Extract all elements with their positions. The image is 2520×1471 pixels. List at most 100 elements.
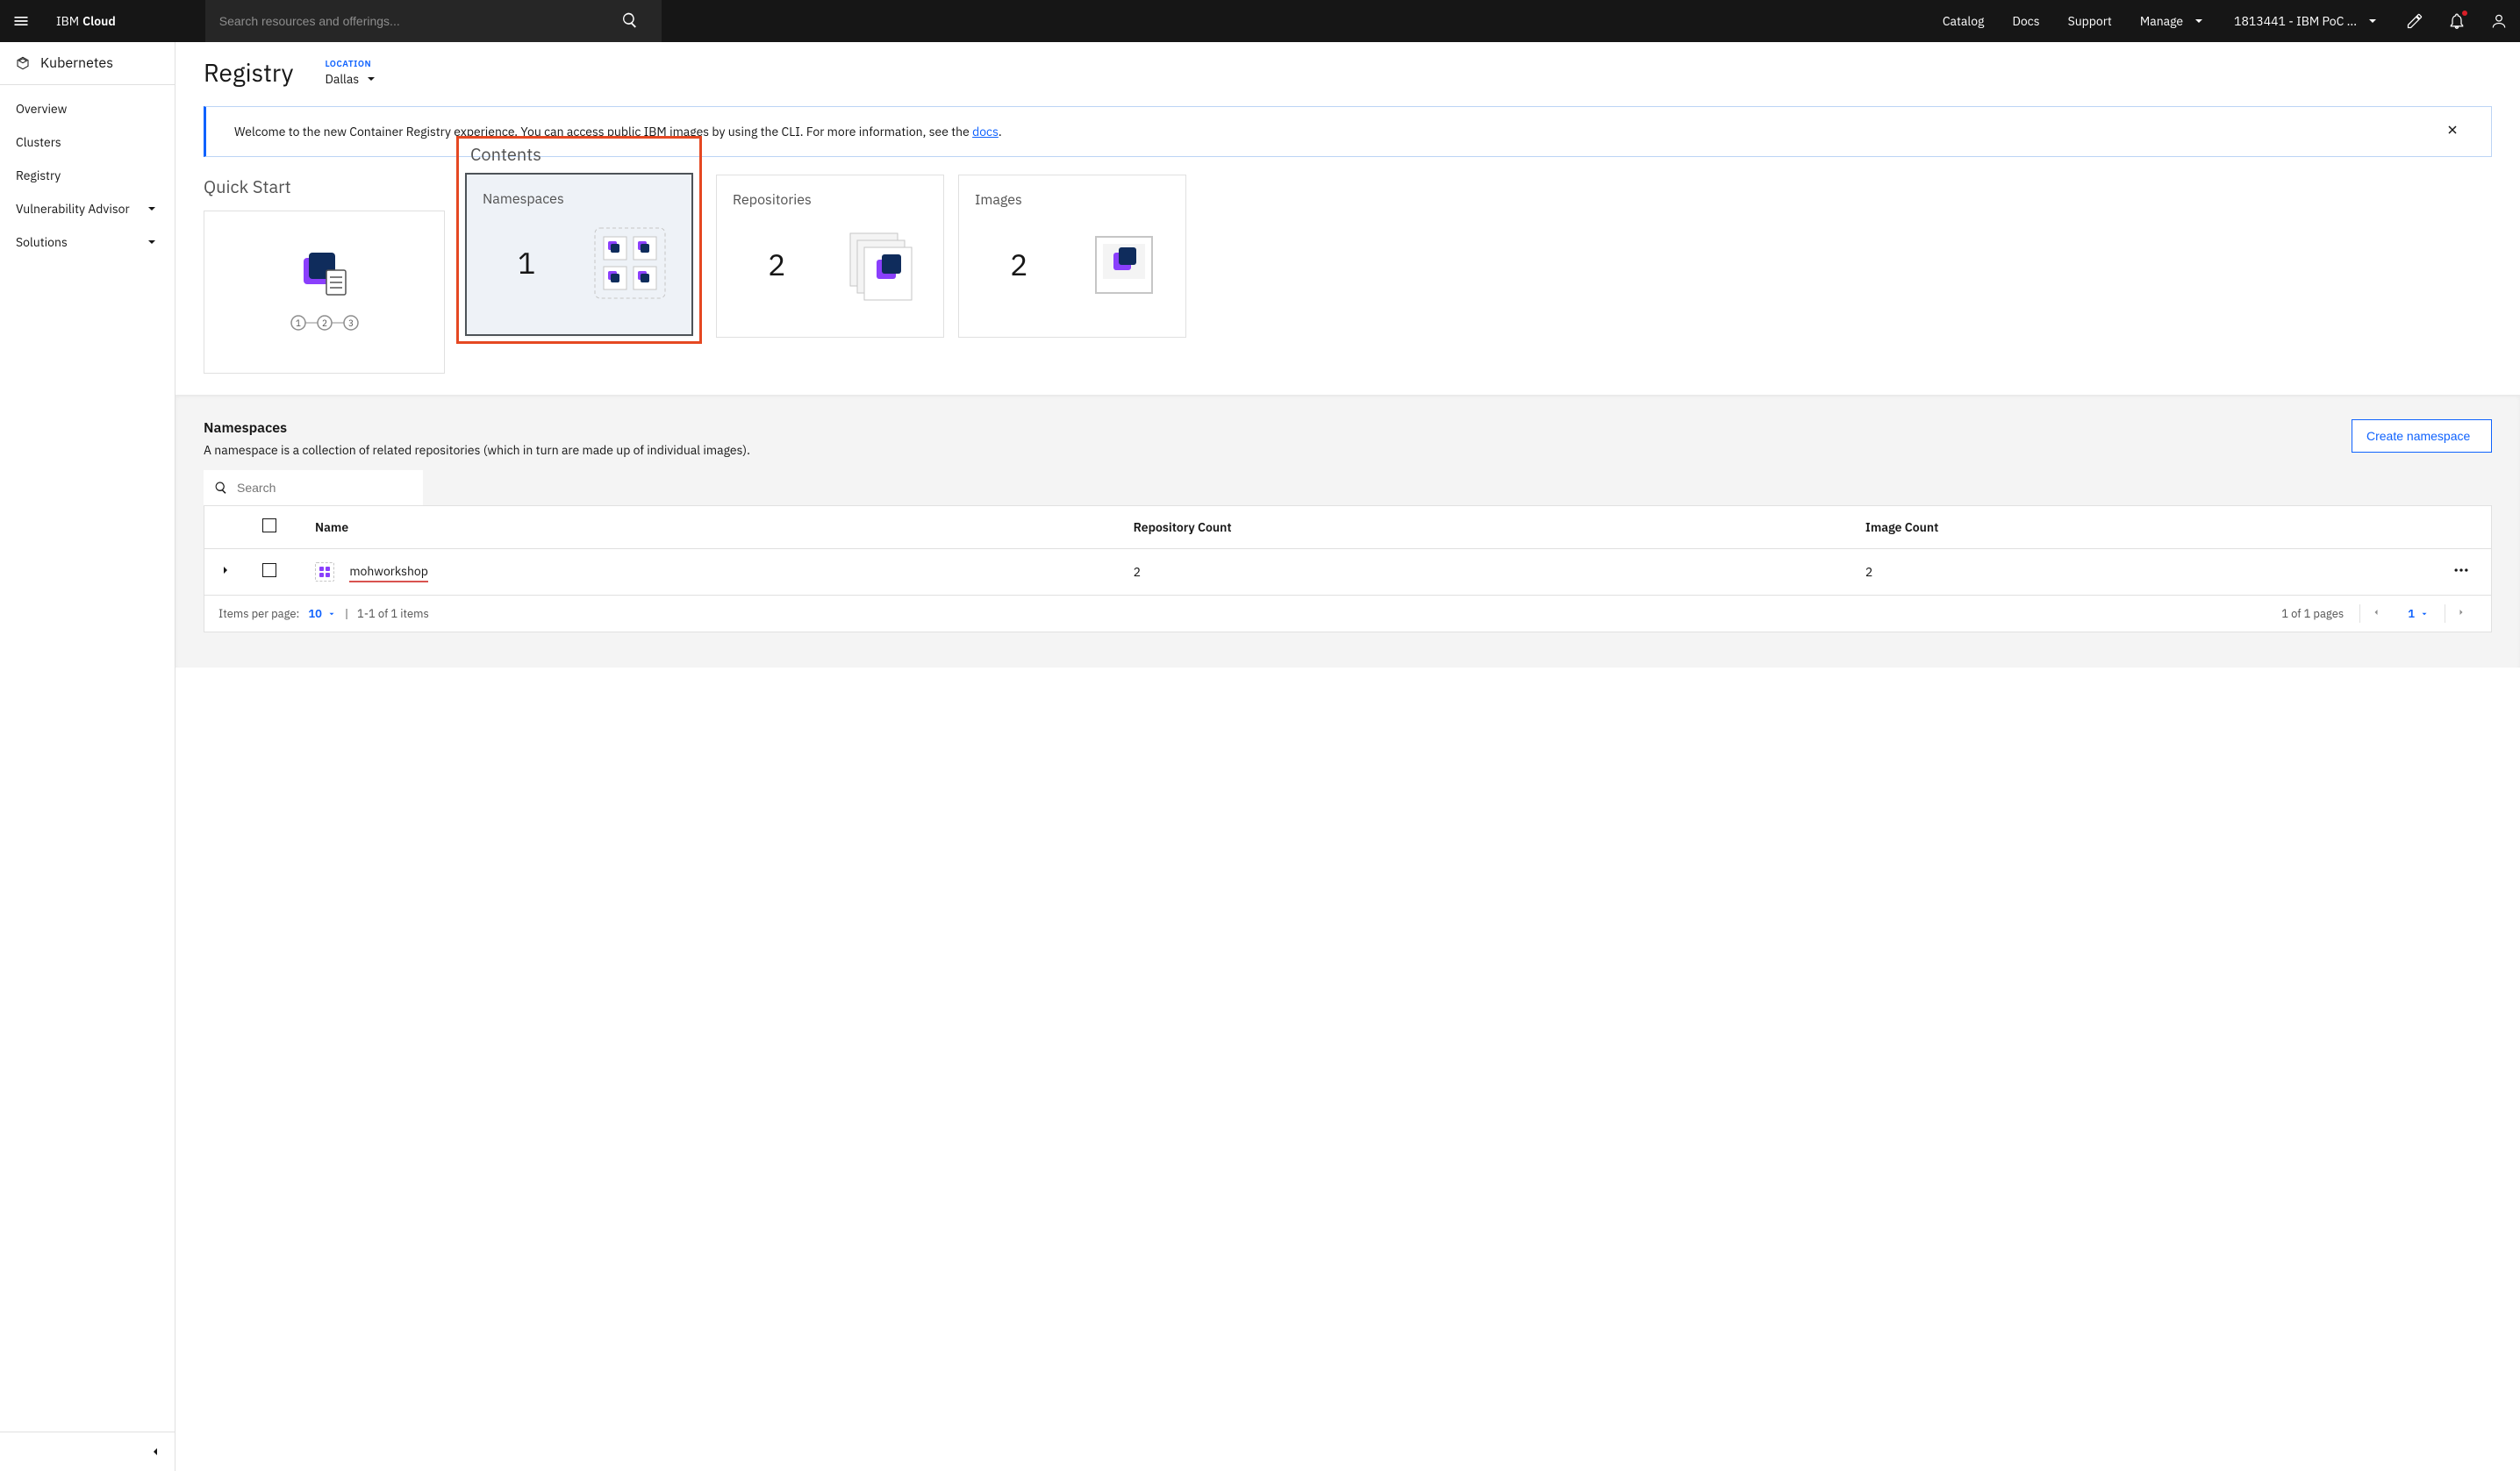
card-title: Repositories <box>733 191 927 209</box>
sidebar-item-vulnerability-advisor[interactable]: Vulnerability Advisor <box>0 192 175 225</box>
user-avatar-icon[interactable] <box>2478 0 2520 42</box>
col-image-count[interactable]: Image Count <box>1851 506 2438 549</box>
items-per-page-label: Items per page: <box>218 606 299 621</box>
quickstart-heading: Quick Start <box>204 175 449 198</box>
col-name[interactable]: Name <box>301 506 1120 549</box>
account-selector[interactable]: 1813441 - IBM PoC ... <box>2220 13 2394 29</box>
brand-prefix: IBM <box>56 13 79 29</box>
svg-text:3: 3 <box>348 318 354 329</box>
quickstart-icon <box>298 253 351 305</box>
table-row: mohworkshop 2 2 <box>204 549 2491 596</box>
namespaces-description: A namespace is a collection of related r… <box>204 442 750 458</box>
namespace-search[interactable] <box>204 470 423 505</box>
location-value: Dallas <box>325 71 359 87</box>
create-namespace-button[interactable]: Create namespace <box>2352 419 2492 453</box>
images-icon <box>1087 228 1161 302</box>
sidebar-title-text: Kubernetes <box>40 54 113 72</box>
svg-text:2: 2 <box>322 318 327 329</box>
search-input[interactable] <box>219 14 612 28</box>
chevron-down-icon <box>364 72 378 86</box>
svg-text:1: 1 <box>296 318 301 329</box>
namespace-search-input[interactable] <box>237 481 412 495</box>
search-button[interactable] <box>612 11 648 32</box>
namespaces-card[interactable]: Namespaces 1 <box>465 173 693 336</box>
page-select[interactable]: 1 <box>2408 606 2429 621</box>
card-title: Namespaces <box>483 190 676 208</box>
table-footer: Items per page: 10 | 1-1 of 1 items 1 of… <box>204 596 2491 632</box>
search-icon <box>214 481 228 495</box>
next-page-button[interactable] <box>2445 604 2477 623</box>
notification-dot <box>2462 11 2467 16</box>
nav-manage[interactable]: Manage <box>2126 0 2220 42</box>
row-overflow-menu[interactable] <box>2438 549 2491 596</box>
repositories-icon <box>845 228 919 302</box>
col-repo-count[interactable]: Repository Count <box>1120 506 1851 549</box>
menu-toggle[interactable] <box>0 0 42 42</box>
close-icon <box>2445 123 2459 137</box>
chevron-down-icon <box>327 610 336 618</box>
select-all-checkbox[interactable] <box>262 518 276 532</box>
quickstart-card[interactable]: 1 2 3 <box>204 211 445 374</box>
sidebar-nav: Overview Clusters Registry Vulnerability… <box>0 85 175 266</box>
chevron-left-icon <box>2371 607 2381 618</box>
edit-icon[interactable] <box>2394 0 2436 42</box>
chevron-right-icon <box>2456 607 2466 618</box>
sidebar-title[interactable]: Kubernetes <box>0 42 175 85</box>
nav-catalog[interactable]: Catalog <box>1929 0 1999 42</box>
repositories-count: 2 <box>768 246 785 284</box>
nav-manage-label: Manage <box>2140 13 2183 29</box>
account-label: 1813441 - IBM PoC ... <box>2234 13 2357 29</box>
main-content: Registry LOCATION Dallas Welcome to the … <box>175 42 2520 1471</box>
contents-section: Contents Namespaces 1 <box>456 175 2492 344</box>
sidebar-item-solutions[interactable]: Solutions <box>0 225 175 259</box>
banner-close-button[interactable] <box>2442 119 2463 144</box>
items-per-page-select[interactable]: 10 <box>308 606 336 621</box>
nav-docs[interactable]: Docs <box>1998 0 2053 42</box>
row-checkbox[interactable] <box>262 563 276 577</box>
sidebar-collapse-button[interactable] <box>0 1432 175 1471</box>
global-search[interactable] <box>205 0 662 42</box>
sidebar-item-clusters[interactable]: Clusters <box>0 125 175 159</box>
prev-page-button[interactable] <box>2359 604 2392 623</box>
brand[interactable]: IBM Cloud <box>42 13 130 29</box>
kubernetes-icon <box>16 56 30 70</box>
row-repo-count: 2 <box>1120 549 1851 596</box>
nav-support[interactable]: Support <box>2054 0 2126 42</box>
location-selector[interactable]: LOCATION Dallas <box>325 58 378 87</box>
overflow-menu-icon <box>2452 561 2470 579</box>
namespaces-table: Name Repository Count Image Count <box>204 505 2492 632</box>
namespace-icon <box>315 562 334 582</box>
repositories-card[interactable]: Repositories 2 <box>716 175 944 338</box>
range-text: 1-1 of 1 items <box>357 606 429 621</box>
contents-heading: Contents <box>470 142 693 166</box>
chevron-left-icon <box>148 1445 162 1459</box>
sidebar: Kubernetes Overview Clusters Registry Vu… <box>0 42 175 1471</box>
banner-docs-link[interactable]: docs <box>972 124 999 139</box>
namespace-name-link[interactable]: mohworkshop <box>349 563 428 582</box>
chevron-down-icon <box>145 202 159 216</box>
header-right: Catalog Docs Support Manage 1813441 - IB… <box>1929 0 2520 42</box>
namespaces-count: 1 <box>518 244 535 282</box>
brand-suffix: Cloud <box>82 13 116 29</box>
images-card[interactable]: Images 2 <box>958 175 1186 338</box>
steps-icon: 1 2 3 <box>290 314 360 332</box>
sidebar-item-registry[interactable]: Registry <box>0 159 175 192</box>
pages-text: 1 of 1 pages <box>2281 606 2344 621</box>
location-label: LOCATION <box>325 58 378 69</box>
chevron-down-icon <box>2192 14 2206 28</box>
top-header: IBM Cloud Catalog Docs Support Manage 18… <box>0 0 2520 42</box>
sidebar-item-overview[interactable]: Overview <box>0 92 175 125</box>
contents-highlight: Contents Namespaces 1 <box>456 136 702 344</box>
expand-row-icon[interactable] <box>218 563 233 577</box>
images-count: 2 <box>1010 246 1027 284</box>
namespaces-icon <box>593 226 667 300</box>
namespaces-heading: Namespaces <box>204 419 750 437</box>
page-title: Registry <box>204 56 293 89</box>
chevron-down-icon <box>2366 14 2380 28</box>
quickstart-section: Quick Start 1 2 3 <box>204 175 449 374</box>
namespaces-section: Namespaces A namespace is a collection o… <box>175 395 2520 668</box>
chevron-down-icon <box>145 235 159 249</box>
notifications-icon[interactable] <box>2436 0 2478 42</box>
page-header: Registry LOCATION Dallas <box>175 42 2520 97</box>
card-title: Images <box>975 191 1170 209</box>
